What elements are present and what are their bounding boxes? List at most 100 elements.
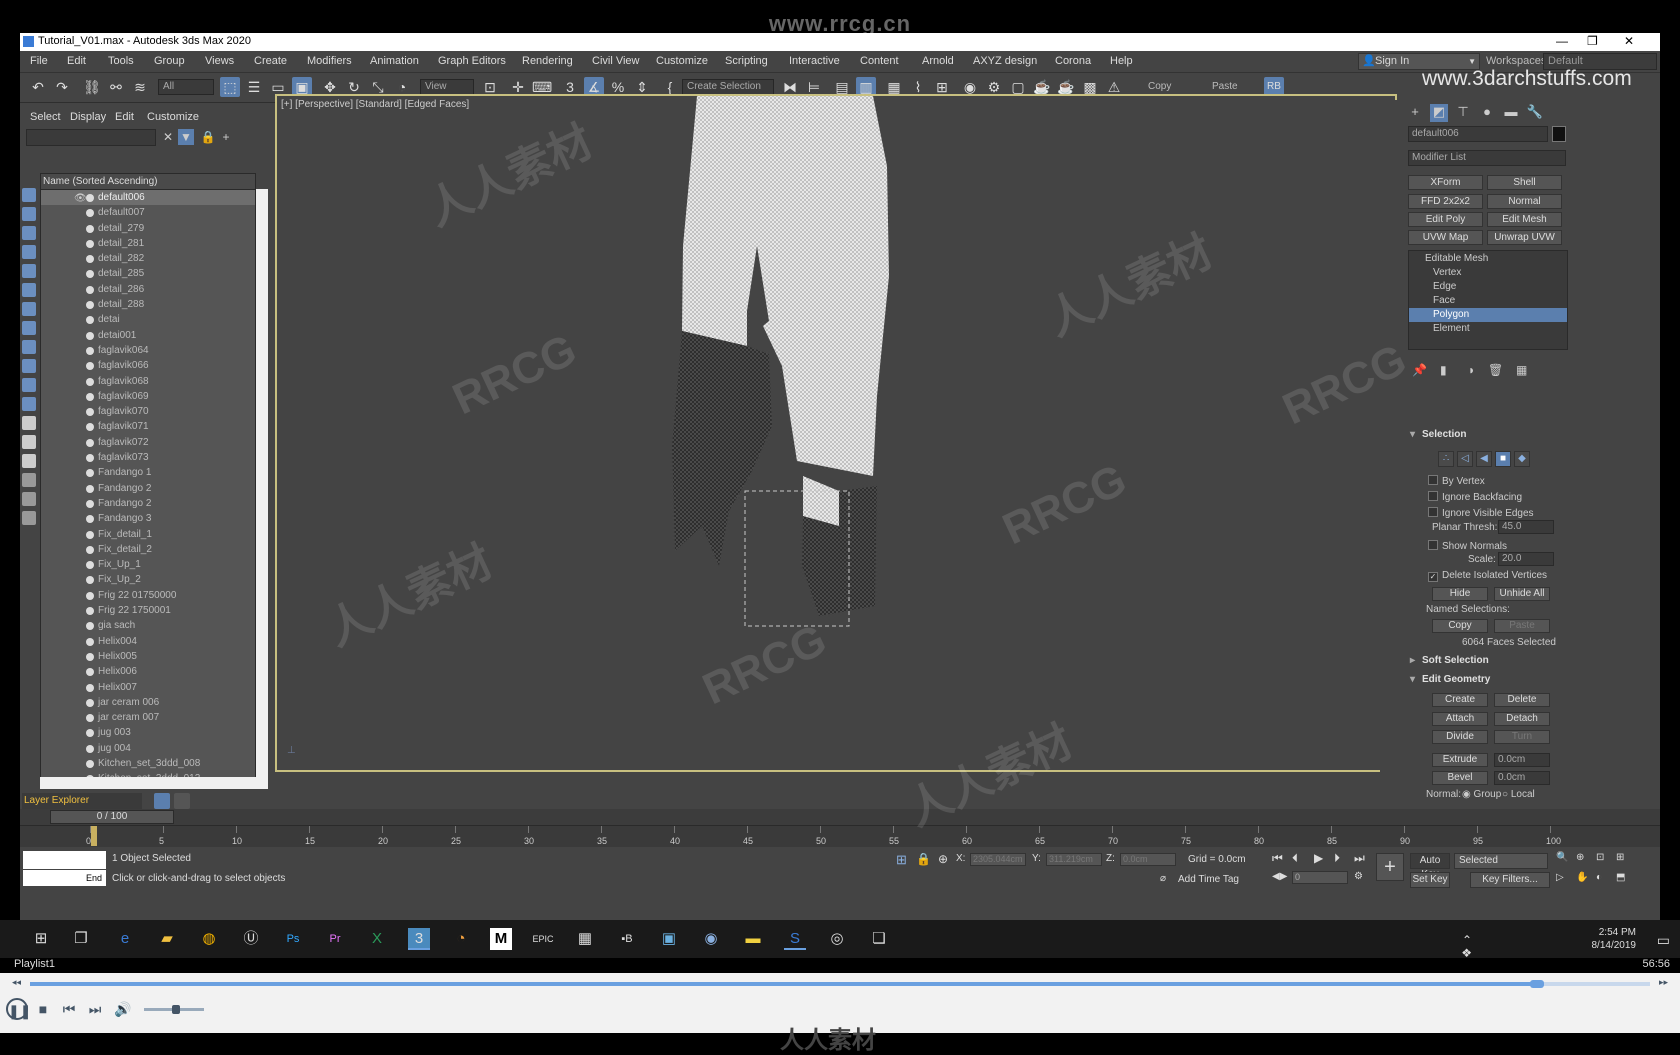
menu-file[interactable]: File: [30, 55, 48, 67]
perspective-viewport[interactable]: [+] [Perspective] [Standard] [Edged Face…: [275, 94, 1397, 772]
menu-rendering[interactable]: Rendering: [522, 55, 573, 67]
menu-create[interactable]: Create: [254, 55, 287, 67]
menu-modifiers[interactable]: Modifiers: [307, 55, 352, 67]
configure-sets-icon[interactable]: ▦: [1516, 363, 1527, 377]
sticky-notes-icon[interactable]: ▬: [742, 928, 764, 950]
file-explorer-icon[interactable]: ▰: [156, 928, 178, 950]
scene-list-item[interactable]: faglavik071: [41, 419, 255, 435]
scene-list-item[interactable]: jug 004: [41, 740, 255, 756]
scene-list-item[interactable]: jar ceram 006: [41, 694, 255, 711]
maxscript-mini-input[interactable]: End: [23, 870, 106, 886]
menu-content[interactable]: Content: [860, 55, 899, 67]
scene-list-item[interactable]: detail_282: [41, 251, 255, 267]
delete-button[interactable]: Delete: [1494, 693, 1550, 707]
list-header[interactable]: Name (Sorted Ascending): [41, 174, 255, 190]
ref-coord-dropdown[interactable]: View: [420, 79, 474, 95]
excel-icon[interactable]: X: [366, 928, 388, 950]
time-slider[interactable]: 0 / 100: [50, 810, 174, 824]
zoom-extents-icon[interactable]: ⊡: [1596, 852, 1604, 863]
scene-list-item[interactable]: detail_281: [41, 235, 255, 252]
marvelous-icon[interactable]: M: [490, 928, 512, 950]
scene-list-item[interactable]: faglavik066: [41, 358, 255, 374]
scene-list-item[interactable]: Fandango 2: [41, 495, 255, 512]
scene-list-item[interactable]: faglavik070: [41, 404, 255, 420]
detach-button[interactable]: Detach: [1494, 712, 1550, 726]
fov-icon[interactable]: ▷: [1556, 872, 1564, 883]
modify-tab-icon[interactable]: ◩: [1430, 104, 1448, 122]
skype-icon[interactable]: S: [784, 928, 806, 950]
helpers-filter-icon[interactable]: [22, 264, 36, 278]
set-key-button[interactable]: Set Key: [1410, 872, 1450, 888]
local-radio[interactable]: ○ Local: [1502, 789, 1535, 800]
previous-icon[interactable]: ⏮: [58, 998, 80, 1020]
scene-tab-display[interactable]: Display: [70, 111, 106, 123]
edge-mode-icon[interactable]: ◁: [1457, 451, 1473, 467]
add-icon[interactable]: +: [218, 129, 234, 145]
lights-filter-icon[interactable]: [22, 226, 36, 240]
unhide-all-button[interactable]: Unhide All: [1494, 587, 1550, 601]
store-icon[interactable]: ▣: [658, 928, 680, 950]
layer-explorer-dropdown[interactable]: Layer Explorer: [22, 793, 142, 809]
hierarchy-tab-icon[interactable]: ⊤: [1454, 104, 1472, 122]
scene-search-input[interactable]: [26, 129, 156, 146]
scene-list-item[interactable]: Helix006: [41, 664, 255, 680]
polygon-mode-icon[interactable]: ■: [1495, 451, 1511, 467]
key-mode-icon[interactable]: ◀▶: [1272, 871, 1287, 882]
face-mode-icon[interactable]: ◀: [1476, 451, 1492, 467]
scene-list-item[interactable]: Kitchen_set_3ddd_008: [41, 755, 255, 772]
next-icon[interactable]: ⏭: [84, 998, 106, 1020]
scene-list-item[interactable]: Frig 22 01750000: [41, 587, 255, 604]
unwrap-uvw-button[interactable]: Unwrap UVW: [1487, 230, 1562, 245]
groups-filter-icon[interactable]: [22, 302, 36, 316]
key-set-dropdown[interactable]: Selected: [1454, 853, 1548, 869]
zoom-extents-all-icon[interactable]: ⊞: [1616, 852, 1624, 863]
menu-civil-view[interactable]: Civil View: [592, 55, 639, 67]
scene-list-item[interactable]: faglavik068: [41, 373, 255, 389]
time-config-icon[interactable]: ⚙: [1354, 871, 1363, 882]
scene-list-item[interactable]: jug 003: [41, 725, 255, 741]
shapes-filter-icon[interactable]: [22, 207, 36, 221]
isolate-icon[interactable]: ⊞: [896, 852, 907, 868]
auto-key-button[interactable]: Auto Key: [1410, 853, 1450, 880]
scene-list-item[interactable]: Fandango 2: [41, 480, 255, 496]
hide-button[interactable]: Hide: [1432, 587, 1488, 601]
normal-button[interactable]: Normal: [1487, 194, 1562, 209]
scene-list-item[interactable]: Fix_detail_1: [41, 526, 255, 542]
utilities-tab-icon[interactable]: 🔧: [1526, 104, 1544, 122]
sort-by-hierarchy-icon[interactable]: [174, 793, 190, 809]
scene-list-item[interactable]: Fandango 3: [41, 511, 255, 527]
show-end-result-icon[interactable]: ▮: [1440, 363, 1447, 377]
create-tab-icon[interactable]: +: [1406, 104, 1424, 122]
start-icon[interactable]: ⊞: [30, 928, 52, 950]
ignore-visible-edges-checkbox[interactable]: Ignore Visible Edges: [1428, 507, 1534, 519]
modifier-list-dropdown[interactable]: Modifier List: [1408, 150, 1566, 166]
photoshop-icon[interactable]: Ps: [282, 928, 304, 950]
time-slider-bar[interactable]: [20, 809, 1660, 825]
hidden-filter-icon[interactable]: [22, 397, 36, 411]
minimize-button[interactable]: —: [1556, 34, 1568, 48]
scene-list-item[interactable]: Fandango 1: [41, 465, 255, 481]
menu-corona[interactable]: Corona: [1055, 55, 1091, 67]
close-button[interactable]: ✕: [1624, 34, 1634, 48]
goto-end-icon[interactable]: ⏭: [1354, 851, 1365, 866]
all-off-icon[interactable]: [22, 435, 36, 449]
unlink-icon[interactable]: ⚯: [106, 77, 126, 97]
make-unique-icon[interactable]: ◗: [1468, 363, 1475, 377]
selection-rollout-header[interactable]: Selection: [1408, 427, 1568, 443]
pause-icon[interactable]: ❚❚: [6, 998, 31, 1020]
bucket-icon[interactable]: [22, 511, 36, 525]
volume-knob[interactable]: [172, 1005, 180, 1014]
pan-icon[interactable]: ✋: [1576, 872, 1588, 883]
scene-list-item[interactable]: detail_288: [41, 297, 255, 313]
prev-frame-icon[interactable]: ⏴: [1292, 851, 1298, 866]
add-time-tag[interactable]: Add Time Tag: [1178, 874, 1239, 885]
clear-filter-icon[interactable]: ✕: [160, 129, 176, 145]
menu-tools[interactable]: Tools: [108, 55, 134, 67]
scene-list-item[interactable]: Frig 22 1750001: [41, 603, 255, 619]
object-name-field[interactable]: default006: [1408, 126, 1548, 142]
undo-icon[interactable]: ↶: [28, 77, 48, 97]
menu-edit[interactable]: Edit: [67, 55, 86, 67]
menu-arnold[interactable]: Arnold: [922, 55, 954, 67]
scene-list-item[interactable]: Helix004: [41, 633, 255, 649]
uvw-map-button[interactable]: UVW Map: [1408, 230, 1483, 245]
